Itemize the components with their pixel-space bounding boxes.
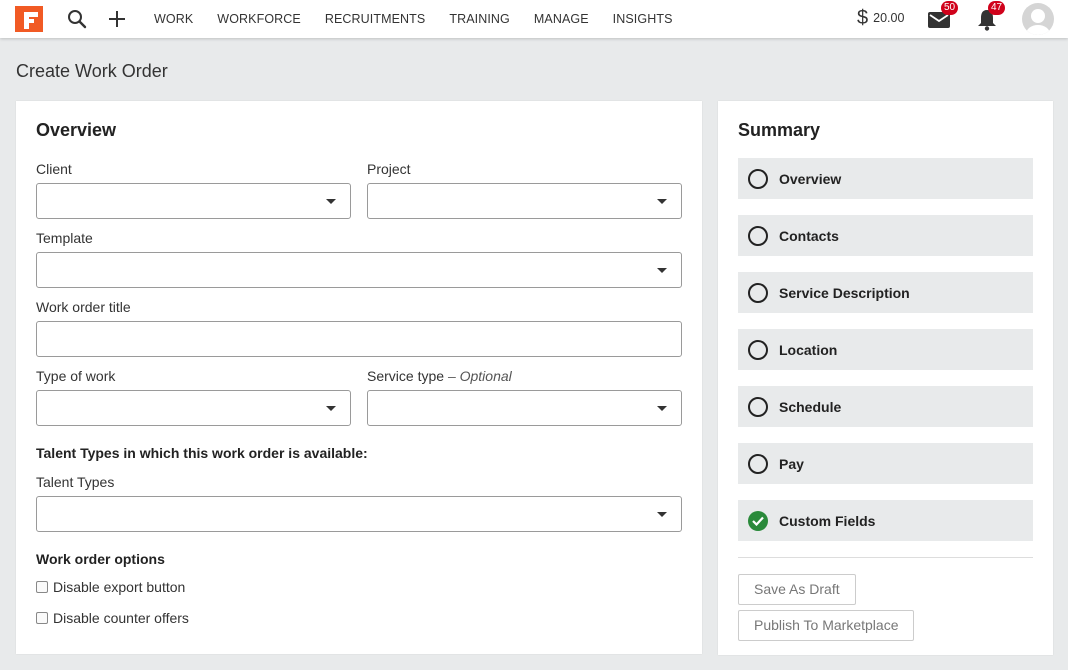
chevron-down-icon: [657, 199, 667, 204]
summary-item-service-description[interactable]: Service Description: [738, 272, 1033, 313]
balance-amount: 20.00: [873, 11, 905, 25]
chevron-down-icon: [657, 268, 667, 273]
summary-card: Summary Overview Contacts Service Descri…: [718, 101, 1053, 655]
nav-manage[interactable]: MANAGE: [534, 12, 589, 26]
chevron-down-icon: [657, 406, 667, 411]
template-label: Template: [36, 230, 93, 246]
summary-item-label: Service Description: [779, 284, 910, 301]
mail-icon[interactable]: 50: [927, 1, 959, 32]
project-select[interactable]: [367, 183, 682, 219]
circle-outline-icon: [748, 225, 768, 246]
messages-badge: 50: [941, 1, 959, 15]
page-title: Create Work Order: [16, 61, 168, 81]
talent-types-label: Talent Types: [36, 474, 115, 490]
bell-icon[interactable]: 47: [975, 1, 1006, 32]
notifications-badge: 47: [988, 1, 1006, 15]
circle-outline-icon: [748, 396, 768, 417]
summary-item-label: Contacts: [779, 227, 839, 244]
summary-item-label: Schedule: [779, 398, 842, 415]
circle-outline-icon: [748, 453, 768, 474]
nav-training[interactable]: TRAINING: [449, 12, 510, 26]
publish-button[interactable]: Publish To Marketplace: [738, 610, 915, 641]
disable-export-option[interactable]: Disable export button: [36, 579, 185, 595]
summary-item-schedule[interactable]: Schedule: [738, 386, 1033, 427]
dollar-icon: $: [857, 6, 869, 29]
summary-item-contacts[interactable]: Contacts: [738, 215, 1033, 256]
client-label: Client: [36, 161, 72, 177]
talent-types-select[interactable]: [36, 496, 682, 532]
work-order-title-label: Work order title: [36, 299, 131, 315]
divider: [738, 557, 1033, 558]
work-order-options-heading: Work order options: [36, 551, 165, 567]
summary-item-pay[interactable]: Pay: [738, 443, 1033, 484]
summary-item-overview[interactable]: Overview: [738, 158, 1033, 199]
nav-insights[interactable]: INSIGHTS: [613, 12, 673, 26]
disable-export-checkbox[interactable]: [36, 581, 48, 593]
nav-recruitments[interactable]: RECRUITMENTS: [325, 12, 426, 26]
logo-icon[interactable]: [15, 6, 43, 32]
summary-item-label: Overview: [779, 170, 842, 187]
optional-tag: – Optional: [447, 368, 512, 384]
summary-item-label: Custom Fields: [779, 512, 876, 529]
type-of-work-label: Type of work: [36, 368, 116, 384]
circle-outline-icon: [748, 282, 768, 303]
plus-icon[interactable]: [105, 7, 129, 31]
work-order-title-input[interactable]: [36, 321, 682, 357]
search-icon[interactable]: [65, 7, 89, 31]
summary-title: Summary: [738, 120, 821, 140]
main-nav: WORK WORKFORCE RECRUITMENTS TRAINING MAN…: [154, 0, 697, 38]
nav-work[interactable]: WORK: [154, 12, 193, 26]
client-select[interactable]: [36, 183, 351, 219]
top-nav-bar: WORK WORKFORCE RECRUITMENTS TRAINING MAN…: [0, 0, 1068, 38]
chevron-down-icon: [326, 199, 336, 204]
avatar[interactable]: [1022, 3, 1054, 35]
disable-counter-option[interactable]: Disable counter offers: [36, 610, 189, 626]
talent-types-heading: Talent Types in which this work order is…: [36, 445, 368, 461]
service-type-label-text: Service type: [367, 368, 445, 384]
nav-workforce[interactable]: WORKFORCE: [217, 12, 301, 26]
template-select[interactable]: [36, 252, 682, 288]
overview-title: Overview: [36, 120, 117, 140]
disable-export-label: Disable export button: [53, 579, 186, 595]
account-balance[interactable]: $ 20.00: [857, 6, 904, 30]
service-type-select[interactable]: [367, 390, 682, 426]
disable-counter-checkbox[interactable]: [36, 612, 48, 624]
disable-counter-label: Disable counter offers: [53, 610, 189, 626]
summary-item-location[interactable]: Location: [738, 329, 1033, 370]
summary-item-custom-fields[interactable]: Custom Fields: [738, 500, 1033, 541]
save-draft-button[interactable]: Save As Draft: [738, 574, 856, 605]
circle-outline-icon: [748, 339, 768, 360]
check-circle-icon: [748, 510, 768, 531]
overview-card: Overview Client Project Template Work or…: [16, 101, 702, 654]
chevron-down-icon: [326, 406, 336, 411]
type-of-work-select[interactable]: [36, 390, 351, 426]
summary-item-label: Location: [779, 341, 838, 358]
circle-outline-icon: [748, 168, 768, 189]
summary-item-label: Pay: [779, 455, 804, 472]
service-type-label: Service type – Optional: [367, 368, 512, 384]
chevron-down-icon: [657, 512, 667, 517]
project-label: Project: [367, 161, 411, 177]
